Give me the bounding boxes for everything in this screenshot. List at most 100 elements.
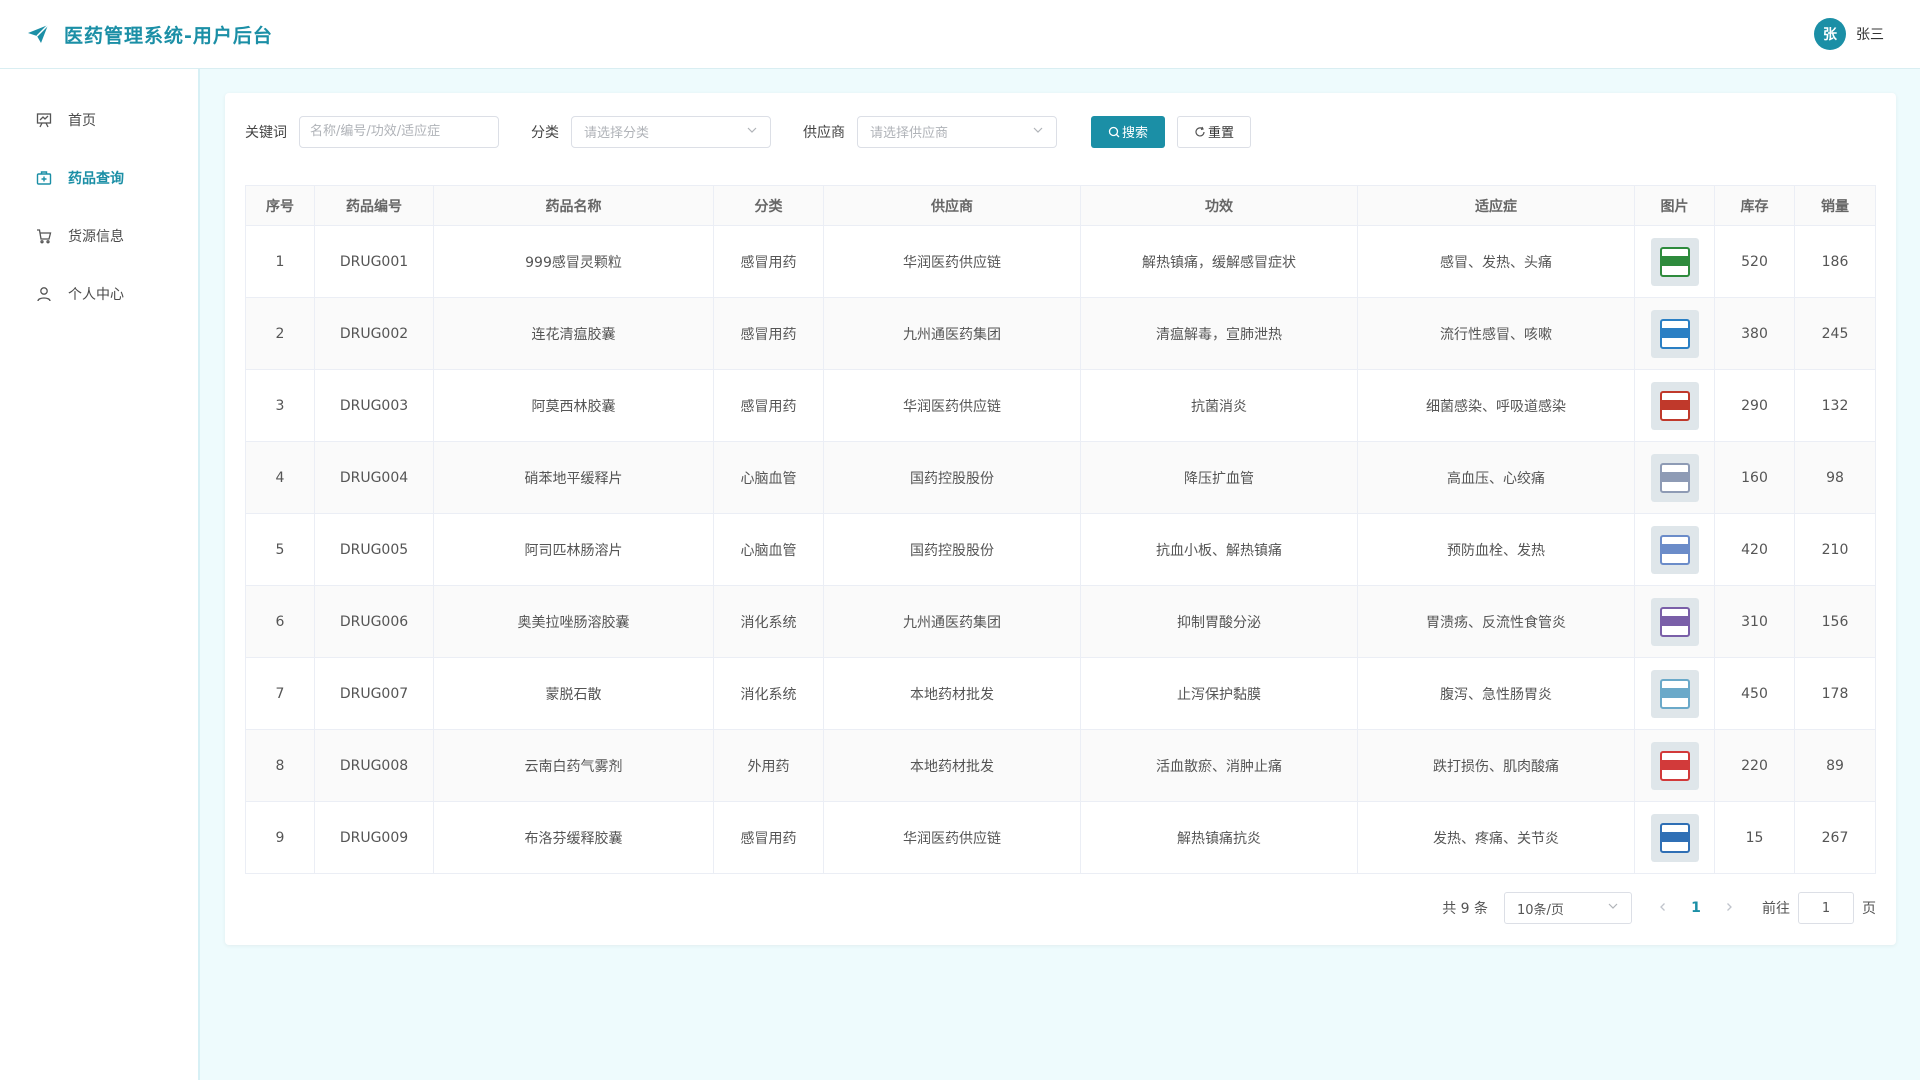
drug-thumbnail[interactable] bbox=[1650, 453, 1699, 502]
drug-stock: 520 bbox=[1714, 225, 1795, 298]
goto-page-input[interactable] bbox=[1798, 892, 1854, 924]
avatar[interactable]: 张 bbox=[1814, 18, 1846, 50]
table-row[interactable]: 4 DRUG004 硝苯地平缓释片 心脑血管 国药控股股份 降压扩血管 高血压、心绞痛 160… bbox=[245, 441, 1876, 514]
row-index: 1 bbox=[245, 225, 315, 298]
drug-image bbox=[1634, 225, 1715, 298]
drug-category: 消化系统 bbox=[713, 585, 824, 658]
drug-thumbnail[interactable] bbox=[1650, 597, 1699, 646]
drug-thumbnail[interactable] bbox=[1650, 669, 1699, 718]
drug-name: 999感冒灵颗粒 bbox=[433, 225, 714, 298]
column-header: 序号 bbox=[245, 185, 315, 226]
sidebar-item-home[interactable]: 首页 bbox=[0, 91, 198, 149]
drug-name-text: 蒙脱石散 bbox=[545, 686, 602, 703]
drug-category: 心脑血管 bbox=[713, 441, 824, 514]
search-button[interactable]: 搜索 bbox=[1091, 115, 1165, 148]
drug-effect: 清瘟解毒，宣肺泄热 bbox=[1080, 297, 1358, 370]
package-band bbox=[1660, 399, 1689, 410]
drug-supplier: 国药控股股份 bbox=[823, 441, 1081, 514]
row-index-text: 1 bbox=[275, 253, 285, 270]
drug-name-text: 硝苯地平缓释片 bbox=[524, 470, 623, 487]
drug-effect-text: 活血散瘀、消肿止痛 bbox=[1156, 758, 1282, 775]
drug-category-text: 消化系统 bbox=[740, 686, 797, 703]
drug-category: 心脑血管 bbox=[713, 513, 824, 586]
drug-effect-text: 清瘟解毒，宣肺泄热 bbox=[1156, 326, 1282, 343]
column-header: 功效 bbox=[1080, 185, 1358, 226]
drug-indication-text: 流行性感冒、咳嗽 bbox=[1440, 326, 1552, 343]
row-index-text: 2 bbox=[275, 325, 285, 342]
drug-image bbox=[1634, 801, 1715, 874]
drug-stock: 310 bbox=[1714, 585, 1795, 658]
table-row[interactable]: 5 DRUG005 阿司匹林肠溶片 心脑血管 国药控股股份 抗血小板、解热镇痛 预防血栓、发… bbox=[245, 513, 1876, 586]
drug-supplier-text: 国药控股股份 bbox=[910, 542, 994, 559]
cart-icon bbox=[36, 228, 52, 244]
drug-sales: 267 bbox=[1794, 801, 1876, 874]
drug-code: DRUG001 bbox=[314, 225, 434, 298]
drug-thumbnail[interactable] bbox=[1650, 813, 1699, 862]
prev-page-button[interactable] bbox=[1650, 900, 1676, 916]
row-index-text: 7 bbox=[275, 685, 285, 702]
drug-indication: 细菌感染、呼吸道感染 bbox=[1357, 369, 1635, 442]
drug-thumbnail[interactable] bbox=[1650, 237, 1699, 286]
drug-image bbox=[1634, 657, 1715, 730]
column-header: 图片 bbox=[1634, 185, 1715, 226]
drug-code-text: DRUG008 bbox=[339, 757, 409, 774]
sidebar-item-profile[interactable]: 个人中心 bbox=[0, 265, 198, 323]
sidebar-item-drug-query[interactable]: 药品查询 bbox=[0, 149, 198, 207]
drug-sales: 186 bbox=[1794, 225, 1876, 298]
drug-supplier-text: 九州通医药集团 bbox=[903, 614, 1001, 631]
drug-thumbnail[interactable] bbox=[1650, 741, 1699, 790]
sidebar-item-supply[interactable]: 货源信息 bbox=[0, 207, 198, 265]
username[interactable]: 张三 bbox=[1856, 24, 1884, 44]
supplier-select[interactable]: 请选择供应商 bbox=[857, 115, 1057, 148]
drug-thumbnail[interactable] bbox=[1650, 525, 1699, 574]
table-row[interactable]: 2 DRUG002 连花清瘟胶囊 感冒用药 九州通医药集团 清瘟解毒，宣肺泄热 流行性感冒、… bbox=[245, 297, 1876, 370]
drug-thumbnail[interactable] bbox=[1650, 309, 1699, 358]
drug-stock: 160 bbox=[1714, 441, 1795, 514]
drug-sales-text: 267 bbox=[1821, 829, 1849, 846]
table-row[interactable]: 1 DRUG001 999感冒灵颗粒 感冒用药 华润医药供应链 解热镇痛，缓解感冒症状 感冒… bbox=[245, 225, 1876, 298]
drug-image bbox=[1634, 729, 1715, 802]
page-size-value: 10条/页 bbox=[1517, 902, 1564, 918]
page-number[interactable]: 1 bbox=[1676, 900, 1716, 916]
drug-category-text: 心脑血管 bbox=[740, 470, 797, 487]
drug-indication-text: 跌打损伤、肌肉酸痛 bbox=[1433, 758, 1559, 775]
chevron-right-icon bbox=[1727, 903, 1732, 911]
package-band bbox=[1660, 471, 1689, 482]
keyword-input[interactable] bbox=[299, 115, 499, 148]
supplier-label: 供应商 bbox=[803, 124, 845, 141]
page-size-select[interactable]: 10条/页 bbox=[1504, 892, 1632, 924]
drug-sales-text: 156 bbox=[1821, 613, 1849, 630]
refresh-icon bbox=[1194, 126, 1206, 138]
table-row[interactable]: 8 DRUG008 云南白药气雾剂 外用药 本地药材批发 活血散瘀、消肿止痛 跌打损伤、肌肉… bbox=[245, 729, 1876, 802]
drug-sales: 98 bbox=[1794, 441, 1876, 514]
package-band bbox=[1660, 543, 1689, 554]
table-row[interactable]: 3 DRUG003 阿莫西林胶囊 感冒用药 华润医药供应链 抗菌消炎 细菌感染、呼吸道感染 2… bbox=[245, 369, 1876, 442]
drug-code-text: DRUG005 bbox=[339, 541, 409, 558]
drug-image bbox=[1634, 513, 1715, 586]
drug-supplier: 九州通医药集团 bbox=[823, 585, 1081, 658]
search-icon bbox=[1108, 126, 1120, 138]
drug-category-text: 感冒用药 bbox=[740, 398, 797, 415]
table-row[interactable]: 7 DRUG007 蒙脱石散 消化系统 本地药材批发 止泻保护黏膜 腹泻、急性肠胃炎 450 1… bbox=[245, 657, 1876, 730]
next-page-button[interactable] bbox=[1716, 900, 1742, 916]
table-row[interactable]: 9 DRUG009 布洛芬缓释胶囊 感冒用药 华润医药供应链 解热镇痛抗炎 发热、疼痛、关节… bbox=[245, 801, 1876, 874]
drug-name-text: 阿莫西林胶囊 bbox=[531, 398, 616, 415]
category-select[interactable]: 请选择分类 bbox=[571, 115, 771, 148]
reset-button[interactable]: 重置 bbox=[1177, 115, 1251, 148]
drug-category: 感冒用药 bbox=[713, 297, 824, 370]
user-menu[interactable]: 张 张三 bbox=[1814, 18, 1884, 50]
drug-supplier: 国药控股股份 bbox=[823, 513, 1081, 586]
table-row[interactable]: 6 DRUG006 奥美拉唑肠溶胶囊 消化系统 九州通医药集团 抑制胃酸分泌 胃溃疡、反流性… bbox=[245, 585, 1876, 658]
drug-query-panel: 关键词 分类 请选择分类 供应商 请选择供应商 搜索 bbox=[225, 93, 1896, 945]
row-index: 8 bbox=[245, 729, 315, 802]
paper-plane-icon bbox=[26, 22, 50, 46]
drug-supplier-text: 华润医药供应链 bbox=[903, 830, 1001, 847]
drug-effect: 止泻保护黏膜 bbox=[1080, 657, 1358, 730]
drug-stock-text: 310 bbox=[1741, 613, 1768, 630]
drug-name-text: 连花清瘟胶囊 bbox=[531, 326, 616, 343]
drug-stock: 220 bbox=[1714, 729, 1795, 802]
drug-effect-text: 降压扩血管 bbox=[1184, 470, 1254, 487]
drug-indication-text: 预防血栓、发热 bbox=[1447, 542, 1545, 559]
drug-thumbnail[interactable] bbox=[1650, 381, 1699, 430]
search-button-label: 搜索 bbox=[1121, 125, 1148, 140]
